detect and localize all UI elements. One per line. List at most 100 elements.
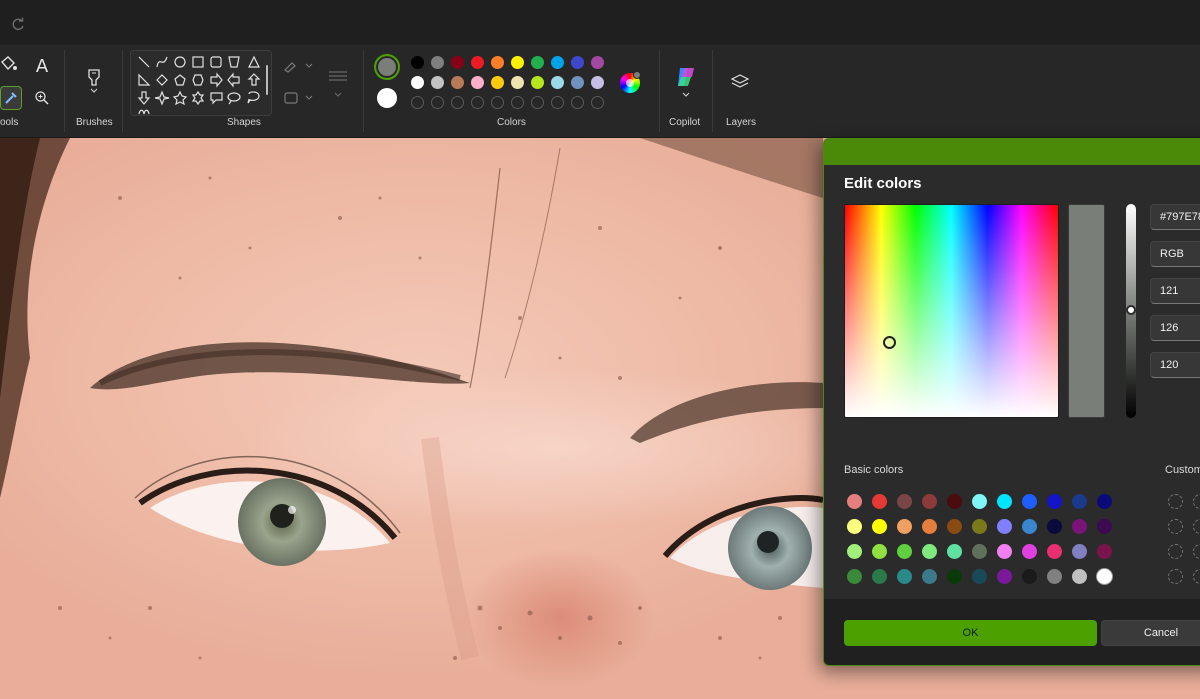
- outline-style-icon[interactable]: [282, 58, 314, 74]
- color-spectrum[interactable]: [844, 204, 1059, 418]
- basic-color-swatch[interactable]: [872, 519, 887, 534]
- palette-color-swatch[interactable]: [531, 76, 544, 89]
- palette-color-swatch[interactable]: [411, 76, 424, 89]
- color-picker-button[interactable]: [0, 86, 22, 110]
- value-slider-thumb[interactable]: [1126, 305, 1136, 315]
- empty-color-slot[interactable]: [471, 96, 484, 109]
- magnifier-icon[interactable]: [32, 88, 52, 108]
- basic-color-swatch[interactable]: [1022, 544, 1037, 559]
- primary-color-swatch[interactable]: [374, 54, 400, 80]
- custom-color-slot[interactable]: [1193, 569, 1200, 584]
- shapes-gallery[interactable]: [130, 50, 272, 116]
- palette-color-swatch[interactable]: [471, 56, 484, 69]
- basic-color-swatch[interactable]: [897, 569, 912, 584]
- edit-colors-button[interactable]: [620, 71, 641, 93]
- ok-button[interactable]: OK: [844, 620, 1097, 646]
- basic-color-swatch[interactable]: [1047, 494, 1062, 509]
- palette-color-swatch[interactable]: [491, 76, 504, 89]
- basic-color-swatch[interactable]: [872, 544, 887, 559]
- secondary-color-swatch[interactable]: [377, 88, 397, 108]
- basic-color-swatch[interactable]: [1072, 544, 1087, 559]
- basic-color-swatch[interactable]: [1047, 519, 1062, 534]
- basic-color-swatch[interactable]: [1022, 569, 1037, 584]
- basic-color-swatch[interactable]: [972, 569, 987, 584]
- custom-color-slot[interactable]: [1168, 569, 1183, 584]
- basic-color-swatch[interactable]: [847, 544, 862, 559]
- palette-color-swatch[interactable]: [411, 56, 424, 69]
- basic-color-swatch[interactable]: [922, 544, 937, 559]
- palette-color-swatch[interactable]: [431, 76, 444, 89]
- basic-color-swatch[interactable]: [1097, 544, 1112, 559]
- palette-color-swatch[interactable]: [451, 56, 464, 69]
- custom-color-slot[interactable]: [1193, 494, 1200, 509]
- empty-color-slot[interactable]: [431, 96, 444, 109]
- basic-color-swatch[interactable]: [947, 569, 962, 584]
- palette-color-swatch[interactable]: [551, 56, 564, 69]
- palette-color-swatch[interactable]: [511, 76, 524, 89]
- custom-color-slot[interactable]: [1168, 494, 1183, 509]
- basic-color-swatch[interactable]: [1097, 494, 1112, 509]
- palette-color-swatch[interactable]: [571, 56, 584, 69]
- blue-input[interactable]: 120: [1150, 352, 1200, 378]
- basic-color-swatch[interactable]: [1022, 494, 1037, 509]
- basic-color-swatch[interactable]: [922, 519, 937, 534]
- shapes-scrollbar[interactable]: [266, 65, 268, 95]
- basic-color-swatch[interactable]: [972, 494, 987, 509]
- spectrum-cursor[interactable]: [883, 336, 896, 349]
- cancel-button[interactable]: Cancel: [1101, 620, 1200, 646]
- empty-color-slot[interactable]: [411, 96, 424, 109]
- empty-color-slot[interactable]: [451, 96, 464, 109]
- green-input[interactable]: 126: [1150, 315, 1200, 341]
- palette-color-swatch[interactable]: [571, 76, 584, 89]
- dialog-title-bar[interactable]: [824, 139, 1200, 165]
- basic-color-swatch[interactable]: [1072, 519, 1087, 534]
- basic-color-swatch[interactable]: [1097, 569, 1112, 584]
- palette-color-swatch[interactable]: [491, 56, 504, 69]
- basic-color-swatch[interactable]: [947, 544, 962, 559]
- empty-color-slot[interactable]: [571, 96, 584, 109]
- layers-button[interactable]: [728, 70, 752, 94]
- basic-color-swatch[interactable]: [947, 494, 962, 509]
- basic-color-swatch[interactable]: [922, 494, 937, 509]
- basic-color-swatch[interactable]: [997, 544, 1012, 559]
- custom-color-slot[interactable]: [1168, 544, 1183, 559]
- basic-color-swatch[interactable]: [997, 569, 1012, 584]
- palette-color-swatch[interactable]: [471, 76, 484, 89]
- palette-color-swatch[interactable]: [591, 56, 604, 69]
- basic-color-swatch[interactable]: [997, 519, 1012, 534]
- fill-style-icon[interactable]: [282, 90, 314, 106]
- basic-color-swatch[interactable]: [872, 569, 887, 584]
- empty-color-slot[interactable]: [591, 96, 604, 109]
- palette-color-swatch[interactable]: [591, 76, 604, 89]
- palette-color-swatch[interactable]: [431, 56, 444, 69]
- size-icon[interactable]: [326, 66, 350, 102]
- color-mode-select[interactable]: RGB: [1150, 241, 1200, 267]
- copilot-button[interactable]: [672, 64, 700, 100]
- basic-color-swatch[interactable]: [997, 494, 1012, 509]
- empty-color-slot[interactable]: [551, 96, 564, 109]
- red-input[interactable]: 121: [1150, 278, 1200, 304]
- basic-color-swatch[interactable]: [897, 494, 912, 509]
- palette-color-swatch[interactable]: [531, 56, 544, 69]
- basic-color-swatch[interactable]: [1072, 569, 1087, 584]
- fill-bucket-icon[interactable]: [0, 54, 18, 76]
- basic-color-swatch[interactable]: [897, 519, 912, 534]
- basic-color-swatch[interactable]: [1022, 519, 1037, 534]
- basic-color-swatch[interactable]: [1047, 544, 1062, 559]
- hex-input[interactable]: #797E78: [1150, 204, 1200, 230]
- text-tool-icon[interactable]: A: [32, 54, 52, 78]
- basic-color-swatch[interactable]: [1097, 519, 1112, 534]
- basic-color-swatch[interactable]: [922, 569, 937, 584]
- basic-color-swatch[interactable]: [947, 519, 962, 534]
- palette-color-swatch[interactable]: [511, 56, 524, 69]
- redo-icon[interactable]: [10, 16, 26, 32]
- empty-color-slot[interactable]: [511, 96, 524, 109]
- basic-color-swatch[interactable]: [847, 569, 862, 584]
- basic-color-swatch[interactable]: [1072, 494, 1087, 509]
- brushes-button[interactable]: [80, 62, 108, 100]
- basic-color-swatch[interactable]: [847, 519, 862, 534]
- custom-color-slot[interactable]: [1193, 519, 1200, 534]
- custom-color-slot[interactable]: [1168, 519, 1183, 534]
- basic-color-swatch[interactable]: [872, 494, 887, 509]
- custom-color-slot[interactable]: [1193, 544, 1200, 559]
